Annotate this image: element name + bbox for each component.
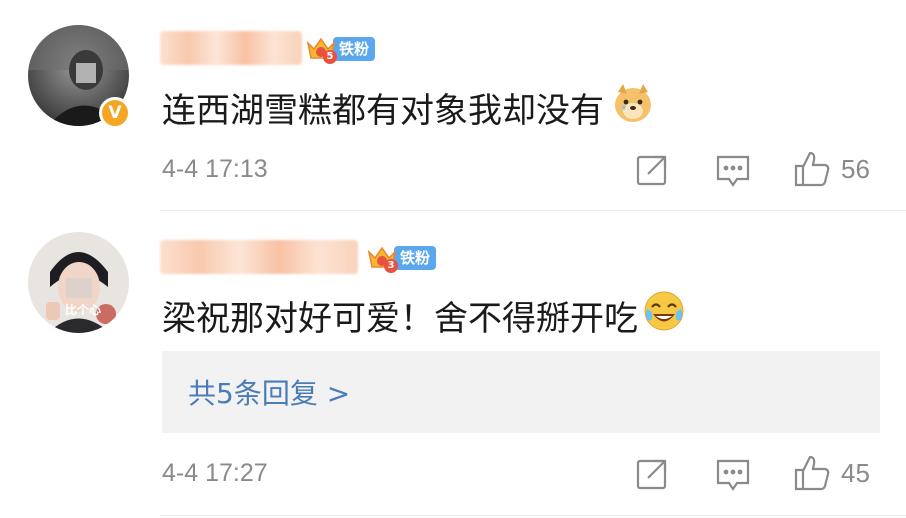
comment-text: 连西湖雪糕都有对象我却没有 xyxy=(162,82,654,133)
fan-badge: 5 铁粉 xyxy=(305,33,376,65)
like-icon xyxy=(794,455,830,491)
like-button[interactable]: 56 xyxy=(793,150,870,188)
like-count: 56 xyxy=(841,153,870,184)
laughing-crying-emoji-icon xyxy=(642,289,686,342)
comment-button[interactable] xyxy=(715,458,751,492)
share-button[interactable] xyxy=(635,457,669,491)
like-button[interactable]: 45 xyxy=(793,454,870,492)
comment-text: 梁祝那对好可爱！舍不得掰开吃 xyxy=(162,289,686,342)
doge-dog-emoji-icon xyxy=(612,82,654,133)
fan-badge-label: 铁粉 xyxy=(394,246,437,270)
verified-badge-icon: V xyxy=(99,97,131,129)
fan-badge-label: 铁粉 xyxy=(333,37,376,61)
share-icon xyxy=(636,155,667,186)
fan-badge: 3 铁粉 xyxy=(366,242,437,274)
view-replies-link[interactable]: 共5条回复 > xyxy=(188,372,350,412)
share-icon xyxy=(636,459,667,490)
comment-item: 比个心 3 铁粉 梁祝那对好可爱！舍不得掰开吃 共5条回复 > 4-4 17:2… xyxy=(0,210,906,518)
reply-summary[interactable]: 共5条回复 > xyxy=(162,351,880,433)
comment-body: 连西湖雪糕都有对象我却没有 xyxy=(162,91,604,131)
username[interactable] xyxy=(160,240,358,274)
like-icon xyxy=(794,151,830,187)
comment-time: 4-4 17:27 xyxy=(162,459,268,487)
comment-icon xyxy=(716,459,750,491)
username[interactable] xyxy=(160,31,302,65)
avatar-caption: 比个心 xyxy=(65,303,102,317)
fan-level: 5 xyxy=(323,50,337,64)
avatar[interactable]: 比个心 xyxy=(28,232,129,333)
comment-icon xyxy=(716,155,750,187)
comment-button[interactable] xyxy=(715,154,751,188)
like-count: 45 xyxy=(841,457,870,488)
divider xyxy=(160,515,906,516)
fan-level: 3 xyxy=(384,259,398,273)
crown-icon: 5 xyxy=(305,34,337,64)
comment-body: 梁祝那对好可爱！舍不得掰开吃 xyxy=(162,299,638,339)
share-button[interactable] xyxy=(635,153,669,187)
comment-item: V 5 铁粉 连西湖雪糕都有对象我却没有 4-4 17:13 56 xyxy=(0,0,906,210)
comment-time: 4-4 17:13 xyxy=(162,155,268,183)
crown-icon: 3 xyxy=(366,243,398,273)
